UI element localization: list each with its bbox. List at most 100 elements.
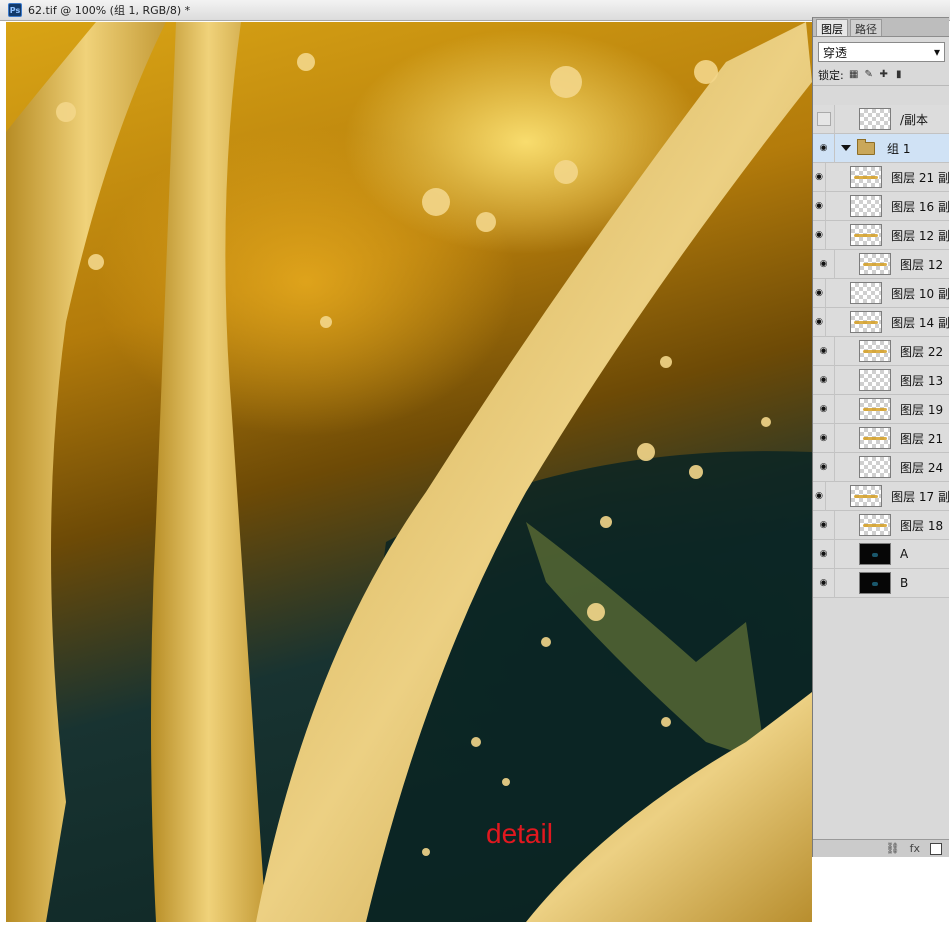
- visibility-toggle[interactable]: ◉: [813, 307, 827, 337]
- layer-name: 图层 12 副: [891, 228, 949, 243]
- mask-icon[interactable]: [930, 842, 942, 855]
- layer-name: 图层 21: [900, 431, 944, 446]
- visibility-toggle[interactable]: ◉: [813, 394, 835, 424]
- eye-icon: ◉: [819, 433, 828, 443]
- document-title: 62.tif @ 100% (组 1, RGB/8) *: [28, 4, 191, 17]
- panel-tabs: 图层 路径: [813, 18, 949, 37]
- visibility-toggle[interactable]: ◉: [813, 336, 835, 366]
- layer-thumbnail: [850, 195, 883, 217]
- eye-icon: ◉: [815, 288, 823, 298]
- eye-icon: ◉: [815, 491, 823, 501]
- tab-paths[interactable]: 路径: [850, 19, 882, 36]
- layer-thumbnail: [850, 282, 883, 304]
- expand-triangle-icon[interactable]: [841, 145, 851, 151]
- layer-name: 图层 24: [900, 460, 944, 475]
- layer-row[interactable]: ◉ 图层 21: [813, 423, 949, 453]
- eye-icon: ◉: [819, 375, 828, 385]
- lock-row: 锁定: ▦ ✎ ✚ ▮: [813, 65, 949, 86]
- fx-icon[interactable]: fx: [910, 842, 920, 855]
- gold-ribbon-center-left: [151, 22, 266, 922]
- layer-thumbnail: [859, 398, 891, 420]
- visibility-toggle[interactable]: ◉: [813, 365, 835, 395]
- eye-icon: ◉: [819, 520, 828, 530]
- lock-label: 锁定:: [818, 69, 844, 82]
- lock-pixels-icon[interactable]: ✎: [864, 70, 874, 80]
- layer-row[interactable]: ◉ 图层 19: [813, 394, 949, 424]
- visibility-toggle[interactable]: ◉: [813, 191, 827, 221]
- layer-row[interactable]: ◉ 图层 16 副: [813, 191, 949, 221]
- lock-transparency-icon[interactable]: ▦: [849, 70, 859, 80]
- layer-thumbnail: [850, 485, 883, 507]
- document-canvas[interactable]: detail: [6, 22, 812, 922]
- visibility-toggle[interactable]: ◉: [813, 278, 827, 308]
- layer-name: 组 1: [887, 141, 911, 156]
- window-title-bar: Ps 62.tif @ 100% (组 1, RGB/8) *: [0, 0, 950, 21]
- link-icon[interactable]: ⛓: [886, 842, 900, 855]
- layer-name: 图层 22: [900, 344, 944, 359]
- lock-position-icon[interactable]: ✚: [879, 70, 889, 80]
- eye-icon: ◉: [819, 259, 828, 269]
- layer-thumbnail: [859, 427, 891, 449]
- blend-mode-select[interactable]: 穿透 ▾: [818, 42, 945, 62]
- visibility-toggle[interactable]: ◉: [813, 510, 835, 540]
- eye-icon: ◉: [815, 172, 823, 182]
- layer-thumbnail: [850, 311, 883, 333]
- layer-name: 图层 12: [900, 257, 944, 272]
- visibility-toggle[interactable]: ◉: [813, 481, 827, 511]
- visibility-toggle[interactable]: ◉: [813, 568, 835, 598]
- eye-icon: ◉: [815, 230, 823, 240]
- layer-row[interactable]: ◉ 图层 21 副: [813, 162, 949, 192]
- eye-off-icon: [816, 112, 831, 126]
- layer-row[interactable]: ◉ 图层 24: [813, 452, 949, 482]
- visibility-toggle[interactable]: ◉: [813, 133, 835, 163]
- lock-all-icon[interactable]: ▮: [894, 70, 904, 80]
- layer-name: B: [900, 576, 909, 590]
- layer-row[interactable]: ◉ A: [813, 539, 949, 569]
- eye-icon: ◉: [819, 578, 828, 588]
- layer-row[interactable]: ◉ 图层 22: [813, 336, 949, 366]
- layer-name: 图层 19: [900, 402, 944, 417]
- layer-name: 图层 21 副: [891, 170, 949, 185]
- layer-thumbnail: [859, 572, 891, 594]
- layer-name: 图层 13: [900, 373, 944, 388]
- visibility-toggle[interactable]: [813, 104, 835, 134]
- visibility-toggle[interactable]: ◉: [813, 539, 835, 569]
- visibility-toggle[interactable]: ◉: [813, 220, 827, 250]
- layer-row[interactable]: /副本: [813, 104, 949, 134]
- layer-thumbnail: [859, 253, 891, 275]
- detail-watermark: detail: [486, 818, 553, 849]
- layer-row[interactable]: ◉ 图层 10 副: [813, 278, 949, 308]
- blend-mode-value: 穿透: [823, 45, 848, 60]
- visibility-toggle[interactable]: ◉: [813, 162, 827, 192]
- layer-name: /副本: [900, 112, 929, 127]
- layer-thumbnail: [859, 543, 891, 565]
- layer-row[interactable]: ◉ 图层 17 副: [813, 481, 949, 511]
- layer-row[interactable]: ◉ 图层 18: [813, 510, 949, 540]
- layer-name: 图层 17 副: [891, 489, 949, 504]
- eye-icon: ◉: [815, 201, 823, 211]
- visibility-toggle[interactable]: ◉: [813, 249, 835, 279]
- layer-row[interactable]: ◉ 图层 12 副: [813, 220, 949, 250]
- layer-thumbnail: [859, 456, 891, 478]
- visibility-toggle[interactable]: ◉: [813, 423, 835, 453]
- visibility-toggle[interactable]: ◉: [813, 452, 835, 482]
- layer-row[interactable]: ◉ 图层 14 副: [813, 307, 949, 337]
- layer-name: 图层 10 副: [891, 286, 949, 301]
- layer-name: 图层 18: [900, 518, 944, 533]
- eye-icon: ◉: [815, 317, 823, 327]
- layer-row[interactable]: ◉ 图层 12: [813, 249, 949, 279]
- layer-row[interactable]: ◉ B: [813, 568, 949, 598]
- layer-row[interactable]: ◉ 图层 13: [813, 365, 949, 395]
- dropdown-arrow-icon: ▾: [933, 45, 940, 59]
- layer-name: 图层 16 副: [891, 199, 949, 214]
- eye-icon: ◉: [819, 549, 828, 559]
- tab-layers[interactable]: 图层: [816, 19, 848, 36]
- gold-ribbon-left: [6, 22, 166, 922]
- layer-thumbnail: [859, 369, 891, 391]
- layer-group-row[interactable]: ◉ 组 1: [813, 133, 949, 163]
- layer-thumbnail: [859, 514, 891, 536]
- eye-icon: ◉: [819, 143, 828, 153]
- layer-name: A: [900, 547, 909, 561]
- eye-icon: ◉: [819, 346, 828, 356]
- layer-thumbnail: [850, 166, 883, 188]
